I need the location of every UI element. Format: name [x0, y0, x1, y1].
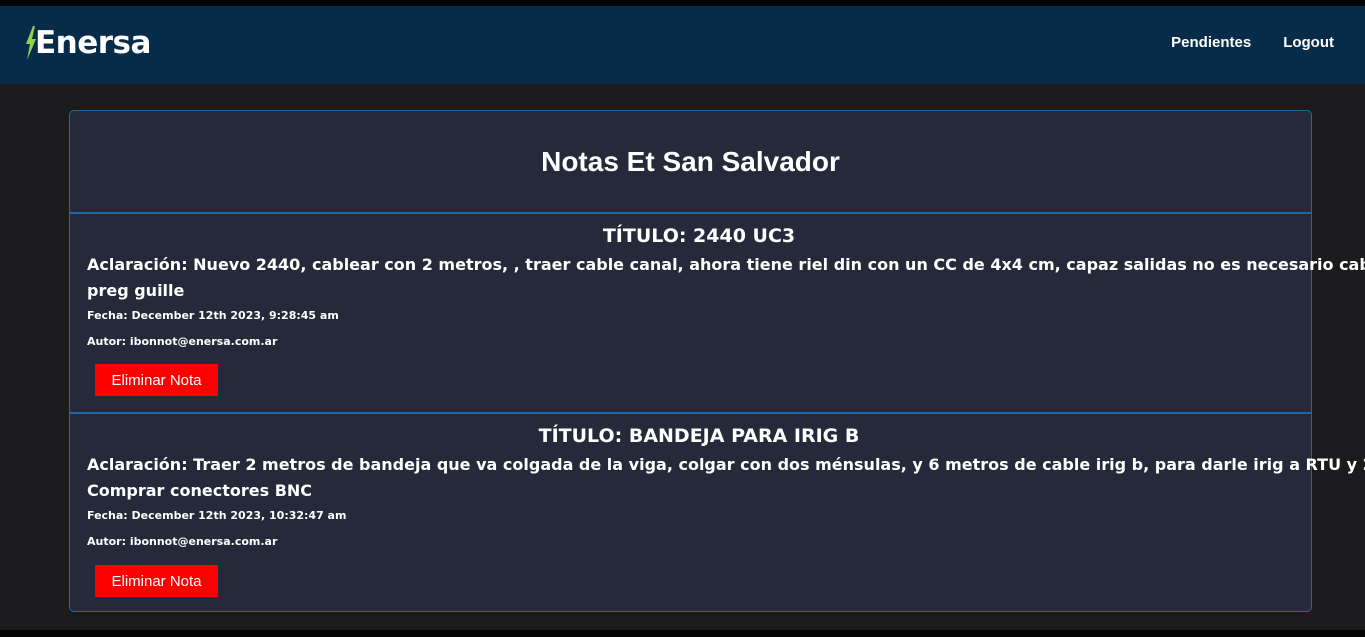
window-bottom-strip	[0, 630, 1365, 637]
note-title: TÍTULO: 2440 UC3	[602, 225, 796, 247]
page-title: Notas Et San Salvador	[541, 145, 840, 177]
note-description-line-2: preg guille	[87, 281, 185, 300]
note-date: Fecha: December 12th 2023, 10:32:47 am	[87, 509, 347, 522]
nav-link-pendientes[interactable]: Pendientes	[1171, 34, 1251, 51]
nav-link-logout[interactable]: Logout	[1283, 34, 1334, 51]
brand-name: Enersa	[35, 25, 151, 61]
note-date: Fecha: December 12th 2023, 9:28:45 am	[87, 309, 339, 322]
delete-note-button[interactable]: Eliminar Nota	[95, 364, 218, 396]
notes-card: Notas Et San Salvador TÍTULO: 2440 UC3 A…	[69, 110, 1365, 612]
navbar: Enersa Pendientes Logout	[0, 6, 1365, 84]
note-item: TÍTULO: BANDEJA PARA IRIG B Aclaración: …	[70, 412, 1365, 612]
note-description-line-2: Comprar conectores BNC	[87, 481, 313, 500]
nav-links: Pendientes Logout	[1171, 34, 1334, 51]
note-title: TÍTULO: BANDEJA PARA IRIG B	[538, 425, 860, 447]
note-description-line-1: Aclaración: Nuevo 2440, cablear con 2 me…	[87, 255, 1365, 274]
note-item: TÍTULO: 2440 UC3 Aclaración: Nuevo 2440,…	[70, 212, 1365, 412]
note-author: Autor: ibonnot@enersa.com.ar	[87, 535, 278, 548]
note-author: Autor: ibonnot@enersa.com.ar	[87, 335, 278, 348]
brand-logo[interactable]: Enersa	[26, 23, 151, 63]
note-description-line-1: Aclaración: Traer 2 metros de bandeja qu…	[87, 455, 1365, 474]
delete-note-button[interactable]: Eliminar Nota	[95, 565, 218, 597]
